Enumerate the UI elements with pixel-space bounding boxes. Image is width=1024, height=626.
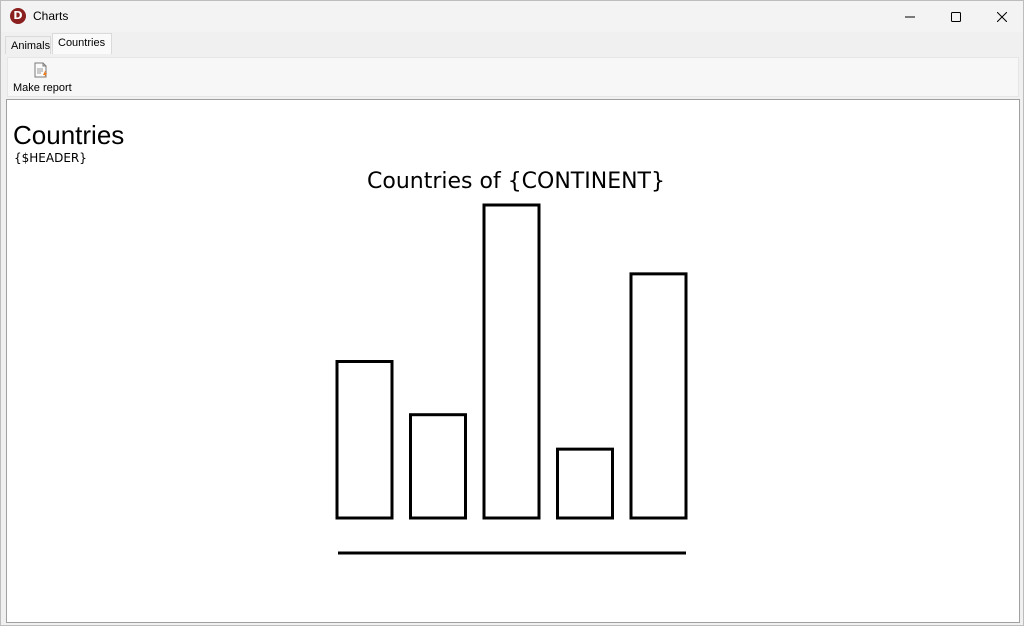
chart-bar-4 [556,447,614,520]
close-icon [997,11,1007,22]
maximize-icon [951,11,961,22]
tab-strip: Animals Countries [3,32,1023,54]
report-preview: Countries {$HEADER} Countries of {CONTIN… [6,99,1020,623]
chart-bar-2 [409,413,467,520]
chart-bar-1 [335,360,394,520]
chart-bar-3 [482,203,541,520]
close-button[interactable] [979,1,1024,32]
tab-countries[interactable]: Countries [52,33,112,54]
bar-chart [335,203,688,555]
app-logo-icon: D [10,8,26,24]
charts-window: D Charts Animals Countries Make report C… [0,0,1024,626]
make-report-button[interactable]: Make report [11,60,73,96]
minimize-icon [905,16,915,17]
report-icon [34,62,47,78]
maximize-button[interactable] [933,1,979,32]
make-report-label: Make report [13,82,72,94]
tab-animals[interactable]: Animals [5,36,51,54]
toolbar: Make report [7,57,1019,97]
title-bar[interactable]: D Charts [1,1,1023,32]
minimize-button[interactable] [887,1,933,32]
window-title: Charts [33,9,69,23]
chart-bar-5 [629,272,688,520]
